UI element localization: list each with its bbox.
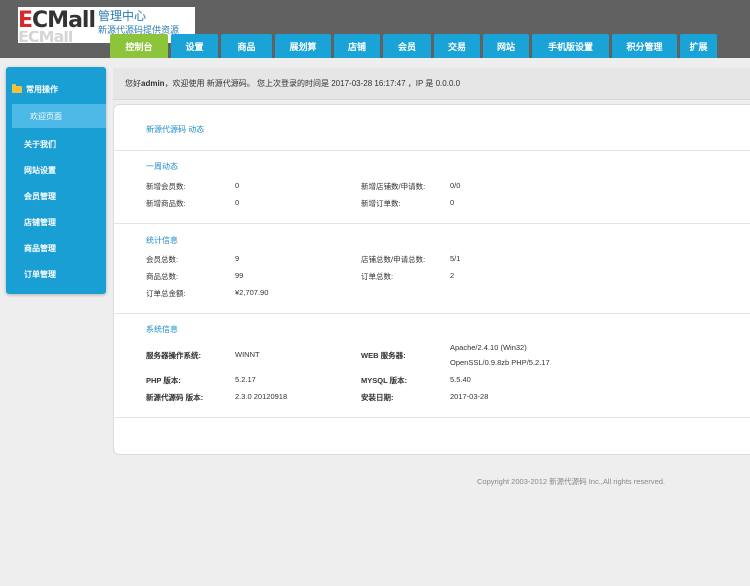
sidebar-item-goods[interactable]: 商品管理 bbox=[6, 236, 106, 260]
sidebar-item-stores[interactable]: 店铺管理 bbox=[6, 210, 106, 234]
label-install-date: 安装日期: bbox=[361, 393, 394, 402]
header-bar: ECMall ECMall 管理中心 新源代源码提供资源 控制台 设置 商品 展… bbox=[0, 0, 750, 58]
value-web-server-2: OpenSSL/0.9.8zb PHP/5.2.17 bbox=[450, 358, 550, 367]
divider bbox=[114, 150, 750, 151]
value-mysql-version: 5.5.40 bbox=[450, 375, 471, 384]
sidebar-item-welcome[interactable]: 欢迎页面 bbox=[12, 104, 106, 128]
nav-tab-dashboard[interactable]: 控制台 bbox=[110, 34, 168, 58]
logo-title: 管理中心 bbox=[98, 9, 147, 23]
logo-brand-rest: CMall bbox=[32, 8, 96, 33]
welcome-bar: 您好 admin ，欢迎使用 新源代源码。 您上次登录的时间是 2017-03-28… bbox=[113, 68, 750, 100]
top-nav: 控制台 设置 商品 展划算 店铺 会员 交易 网站 手机版设置 积分管理 扩展 bbox=[110, 34, 720, 58]
welcome-prefix: 您好 bbox=[125, 79, 141, 88]
section-title-week: 一周动态 bbox=[146, 162, 178, 171]
folder-icon bbox=[12, 83, 22, 93]
label-mysql-version: MYSQL 版本: bbox=[361, 376, 408, 385]
panel-title: 新源代源码 动态 bbox=[146, 125, 205, 134]
divider bbox=[114, 223, 750, 224]
nav-tab-deals[interactable]: 展划算 bbox=[275, 34, 331, 58]
value-app-version: 2.3.0 20120918 bbox=[235, 392, 288, 401]
logo-mark: ECMall bbox=[18, 8, 96, 33]
label-total-orders: 订单总数: bbox=[361, 272, 394, 281]
value-new-goods: 0 bbox=[235, 198, 240, 207]
nav-tab-settings[interactable]: 设置 bbox=[171, 34, 218, 58]
dashboard-panel: 新源代源码 动态 一周动态 新增会员数: 0 新增店铺数/申请数: 0/0 新增… bbox=[113, 104, 750, 455]
welcome-text: ，欢迎使用 新源代源码。 您上次登录的时间是 2017-03-28 16:17:… bbox=[164, 79, 461, 88]
sidebar-heading-label: 常用操作 bbox=[26, 84, 58, 94]
label-server-os: 服务器操作系统: bbox=[146, 351, 201, 360]
nav-tab-stores[interactable]: 店铺 bbox=[334, 34, 380, 58]
welcome-user: admin bbox=[141, 79, 165, 88]
sidebar-item-orders[interactable]: 订单管理 bbox=[6, 262, 106, 286]
value-new-stores: 0/0 bbox=[450, 181, 461, 190]
sidebar: 常用操作 欢迎页面 关于我们 网站设置 会员管理 店铺管理 商品管理 订单管理 bbox=[6, 67, 106, 294]
value-total-members: 9 bbox=[235, 254, 240, 263]
label-app-version: 新源代源码 版本: bbox=[146, 393, 204, 402]
value-total-goods: 99 bbox=[235, 271, 244, 280]
nav-tab-goods[interactable]: 商品 bbox=[221, 34, 272, 58]
sidebar-item-about[interactable]: 关于我们 bbox=[6, 132, 106, 156]
value-install-date: 2017-03-28 bbox=[450, 392, 489, 401]
value-new-members: 0 bbox=[235, 181, 240, 190]
label-web-server: WEB 服务器: bbox=[361, 351, 406, 360]
nav-tab-mobile-settings[interactable]: 手机版设置 bbox=[532, 34, 609, 58]
value-web-server-1: Apache/2.4.10 (Win32) bbox=[450, 343, 527, 352]
divider bbox=[114, 313, 750, 314]
nav-tab-extend[interactable]: 扩展 bbox=[680, 34, 717, 58]
label-total-goods: 商品总数: bbox=[146, 272, 179, 281]
section-title-system: 系统信息 bbox=[146, 325, 178, 334]
logo-reflection: ECMall bbox=[18, 31, 73, 43]
value-php-version: 5.2.17 bbox=[235, 375, 256, 384]
copyright: Copyright 2003-2012 新源代源码 Inc.,All right… bbox=[477, 477, 665, 486]
value-total-stores: 5/1 bbox=[450, 254, 461, 263]
value-order-amount: ¥2,707.90 bbox=[235, 288, 269, 297]
value-total-orders: 2 bbox=[450, 271, 455, 280]
value-new-orders: 0 bbox=[450, 198, 455, 207]
divider bbox=[114, 417, 750, 418]
sidebar-item-members[interactable]: 会员管理 bbox=[6, 184, 106, 208]
value-server-os: WINNT bbox=[235, 350, 260, 359]
sidebar-heading[interactable]: 常用操作 bbox=[6, 81, 106, 97]
label-php-version: PHP 版本: bbox=[146, 376, 181, 385]
nav-tab-members[interactable]: 会员 bbox=[383, 34, 431, 58]
label-new-members: 新增会员数: bbox=[146, 182, 186, 191]
sidebar-item-site-settings[interactable]: 网站设置 bbox=[6, 158, 106, 182]
section-title-stats: 统计信息 bbox=[146, 236, 178, 245]
nav-tab-points[interactable]: 积分管理 bbox=[612, 34, 677, 58]
nav-tab-website[interactable]: 网站 bbox=[483, 34, 529, 58]
label-new-goods: 新增商品数: bbox=[146, 199, 186, 208]
label-order-amount: 订单总金额: bbox=[146, 289, 186, 298]
label-new-stores: 新增店铺数/申请数: bbox=[361, 182, 426, 191]
label-new-orders: 新增订单数: bbox=[361, 199, 401, 208]
nav-tab-trade[interactable]: 交易 bbox=[434, 34, 480, 58]
label-total-members: 会员总数: bbox=[146, 255, 179, 264]
label-total-stores: 店铺总数/申请总数: bbox=[361, 255, 426, 264]
